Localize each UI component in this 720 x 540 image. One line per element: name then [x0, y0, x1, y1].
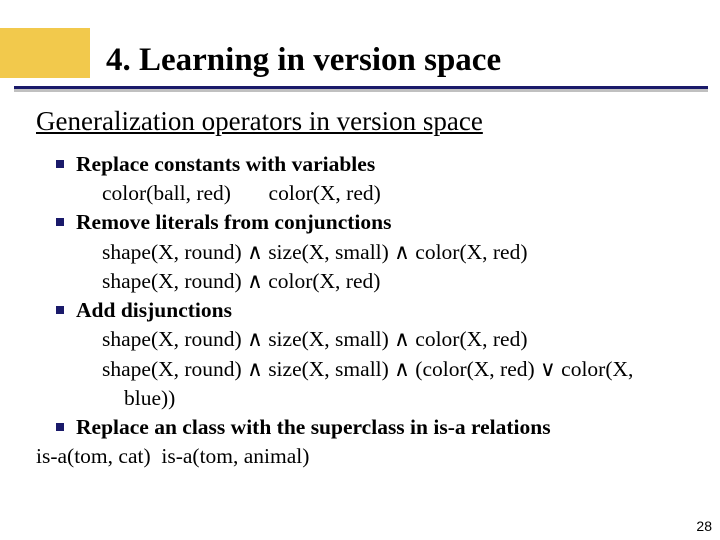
title-shadow: [14, 89, 708, 92]
body-line: shape(X, round) ∧ size(X, small) ∧ color…: [36, 238, 696, 267]
list-item: Replace an class with the superclass in …: [36, 413, 696, 442]
bullet-icon: [56, 160, 64, 168]
body-line: shape(X, round) ∧ size(X, small) ∧ (colo…: [36, 355, 696, 384]
bullet-icon: [56, 218, 64, 226]
bullet-icon: [56, 306, 64, 314]
list-item: Remove literals from conjunctions: [36, 208, 696, 237]
body-line: color(ball, red) color(X, red): [36, 179, 696, 208]
slide-title: 4. Learning in version space: [106, 42, 501, 79]
accent-block: [0, 28, 90, 78]
page-number: 28: [696, 518, 712, 534]
content-body: Replace constants with variables color(b…: [36, 150, 696, 472]
list-item: Add disjunctions: [36, 296, 696, 325]
body-line: blue)): [36, 384, 696, 413]
body-line: shape(X, round) ∧ color(X, red): [36, 267, 696, 296]
bullet-heading: Add disjunctions: [76, 298, 232, 322]
body-line: is-a(tom, cat) is-a(tom, animal): [36, 442, 696, 471]
list-item: Replace constants with variables: [36, 150, 696, 179]
slide-subtitle: Generalization operators in version spac…: [36, 106, 483, 137]
bullet-heading: Remove literals from conjunctions: [76, 210, 391, 234]
bullet-heading: Replace constants with variables: [76, 152, 375, 176]
bullet-icon: [56, 423, 64, 431]
bullet-heading: Replace an class with the superclass in …: [76, 415, 551, 439]
body-line: shape(X, round) ∧ size(X, small) ∧ color…: [36, 325, 696, 354]
